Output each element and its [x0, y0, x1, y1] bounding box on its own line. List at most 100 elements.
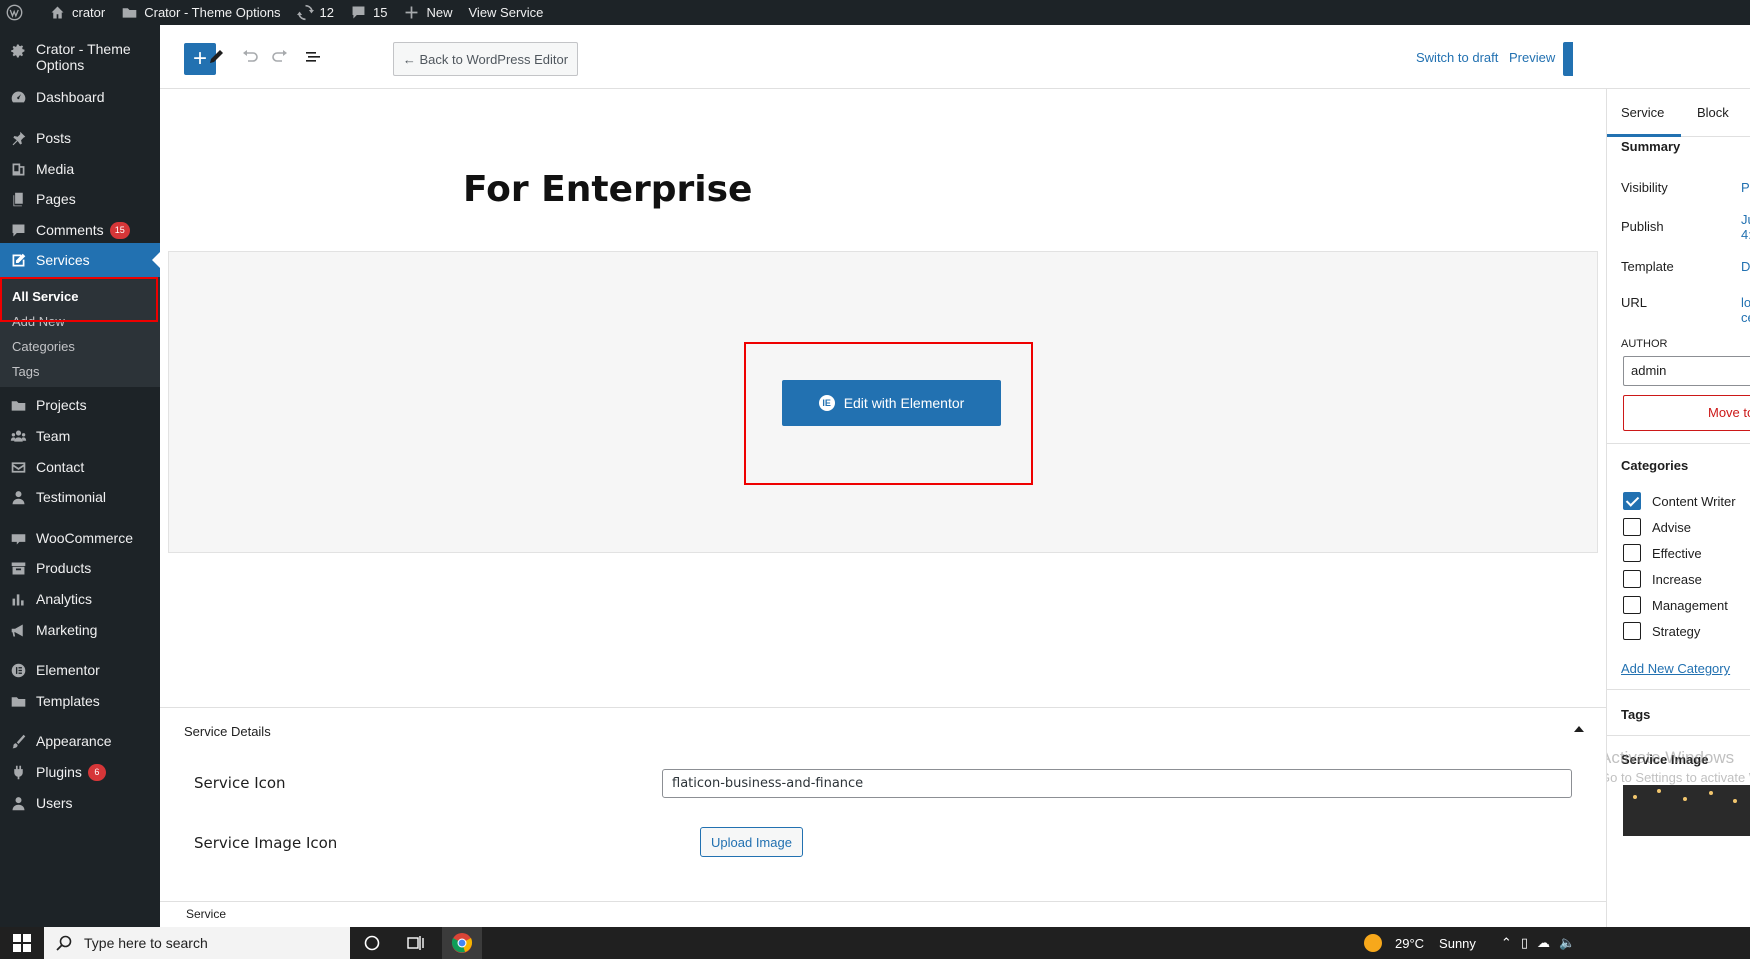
updates-link[interactable]: 12	[289, 0, 342, 25]
admin-bar: crator Crator - Theme Options 12 15 New …	[0, 0, 1750, 25]
category-checkbox-strategy[interactable]	[1623, 622, 1641, 640]
category-checkbox-advise[interactable]	[1623, 518, 1641, 536]
site-name: crator	[72, 5, 106, 20]
comments-link[interactable]: 15	[342, 0, 395, 25]
user-icon	[9, 794, 27, 812]
sidebar-item-posts[interactable]: Posts	[0, 121, 160, 155]
sidebar-item-woocommerce[interactable]: WooCommerce	[0, 521, 160, 555]
sidebar-item-elementor[interactable]: Elementor	[0, 653, 160, 687]
cloud-icon[interactable]: ☁	[1537, 935, 1550, 951]
sidebar-item-plugins[interactable]: Plugins 6	[0, 755, 160, 789]
chevron-up-icon[interactable]: ⌃	[1501, 935, 1512, 951]
highlight-box-all-service	[0, 277, 158, 322]
url-value[interactable]: loce	[1741, 295, 1750, 325]
editor-toolbar: + ← Back to WordPress Editor Switch to d…	[160, 25, 1750, 89]
wordpress-logo-icon[interactable]	[0, 0, 31, 25]
tab-block[interactable]: Block	[1697, 105, 1729, 120]
woo-icon	[9, 529, 27, 547]
submenu-tags[interactable]: Tags	[12, 364, 39, 379]
url-label: URL	[1621, 295, 1648, 310]
windows-start-button[interactable]	[0, 927, 44, 959]
collapse-arrow-icon[interactable]	[1574, 726, 1584, 732]
new-content-link[interactable]: New	[395, 0, 460, 25]
weather-sun-icon[interactable]	[1364, 934, 1382, 952]
settings-sidebar: Service Block Summary Visibility Pu Publ…	[1606, 89, 1750, 927]
category-label: Effective	[1652, 546, 1702, 561]
submenu-categories[interactable]: Categories	[12, 339, 75, 354]
elementor-icon	[9, 661, 27, 679]
sidebar-item-testimonial[interactable]: Testimonial	[0, 480, 160, 514]
sidebar-item-appearance[interactable]: Appearance	[0, 724, 160, 758]
highlight-box-elementor	[744, 342, 1033, 485]
brush-icon	[9, 732, 27, 750]
archive-icon	[9, 559, 27, 577]
sidebar-item-comments[interactable]: Comments 15	[0, 213, 160, 247]
template-value[interactable]: D	[1741, 259, 1750, 274]
sidebar-item-pages[interactable]: Pages	[0, 182, 160, 216]
block-breadcrumb-bar: Service	[160, 901, 1606, 927]
category-label: Advise	[1652, 520, 1692, 535]
network-icon[interactable]: ▯	[1521, 935, 1528, 951]
comments-count-badge: 15	[109, 221, 130, 239]
metabox-title[interactable]: Service Details	[184, 724, 271, 739]
plugin-icon	[9, 763, 27, 781]
sidebar-item-contact[interactable]: Contact	[0, 450, 160, 484]
publish-value[interactable]: Ju4:	[1741, 212, 1750, 242]
category-label: Increase	[1652, 572, 1702, 587]
sidebar-item-theme-options[interactable]: Crator - Theme Options	[0, 41, 160, 83]
category-checkbox-content-writer[interactable]	[1623, 492, 1641, 510]
add-new-category-link[interactable]: Add New Category	[1621, 661, 1730, 676]
task-view-icon[interactable]	[396, 927, 436, 959]
update-button[interactable]	[1563, 42, 1573, 76]
visibility-value[interactable]: Pu	[1741, 180, 1750, 195]
service-icon-input[interactable]	[662, 769, 1572, 798]
sidebar-item-marketing[interactable]: Marketing	[0, 613, 160, 647]
sidebar-item-products[interactable]: Products	[0, 551, 160, 585]
redo-icon[interactable]	[269, 45, 293, 69]
taskbar-search-box[interactable]: Type here to search	[44, 927, 350, 959]
category-checkbox-increase[interactable]	[1623, 570, 1641, 588]
move-to-trash-button[interactable]: Move to	[1623, 395, 1750, 431]
service-image-thumbnail[interactable]	[1623, 785, 1750, 836]
site-name-link[interactable]: crator	[41, 0, 113, 25]
sidebar-item-projects[interactable]: Projects	[0, 388, 160, 422]
post-title[interactable]: For Enterprise	[463, 169, 752, 210]
edit-icon	[9, 251, 27, 269]
sidebar-item-services[interactable]: Services	[0, 243, 160, 277]
preview-button[interactable]: Preview	[1509, 50, 1555, 65]
chrome-taskbar-icon[interactable]	[442, 927, 482, 959]
undo-icon[interactable]	[237, 45, 261, 69]
back-to-wordpress-editor-button[interactable]: ← Back to WordPress Editor	[393, 42, 578, 76]
summary-title[interactable]: Summary	[1621, 139, 1680, 154]
category-checkbox-management[interactable]	[1623, 596, 1641, 614]
template-label: Template	[1621, 259, 1674, 274]
upload-image-button[interactable]: Upload Image	[700, 827, 803, 857]
divider	[1607, 689, 1750, 690]
theme-options-link[interactable]: Crator - Theme Options	[113, 0, 288, 25]
windows-taskbar: Type here to search 29°C Sunny ⌃ ▯ ☁ 🔈	[0, 927, 1750, 959]
tags-title[interactable]: Tags	[1621, 707, 1650, 722]
volume-icon[interactable]: 🔈	[1559, 935, 1575, 951]
sidebar-item-users[interactable]: Users	[0, 786, 160, 820]
publish-label: Publish	[1621, 219, 1664, 234]
cortana-icon[interactable]	[352, 927, 392, 959]
service-details-metabox: Service Details Service Icon Service Ima…	[160, 707, 1606, 901]
breadcrumb-service[interactable]: Service	[186, 907, 226, 921]
categories-title[interactable]: Categories	[1621, 458, 1688, 473]
category-checkbox-effective[interactable]	[1623, 544, 1641, 562]
sidebar-item-templates[interactable]: Templates	[0, 684, 160, 718]
sidebar-item-analytics[interactable]: Analytics	[0, 582, 160, 616]
category-label: Strategy	[1652, 624, 1701, 639]
sidebar-item-dashboard[interactable]: Dashboard	[0, 80, 160, 114]
tab-service[interactable]: Service	[1621, 105, 1664, 120]
sidebar-item-team[interactable]: Team	[0, 419, 160, 453]
refresh-icon	[296, 4, 314, 21]
active-menu-arrow	[152, 252, 160, 268]
sidebar-item-media[interactable]: Media	[0, 152, 160, 186]
view-service-link[interactable]: View Service	[461, 0, 552, 25]
list-view-icon[interactable]	[301, 45, 325, 69]
author-select[interactable]: admin	[1623, 356, 1750, 386]
activate-windows-subtext: Go to Settings to activate Windows.	[1607, 770, 1750, 785]
edit-tool-icon[interactable]	[204, 45, 228, 69]
switch-to-draft-button[interactable]: Switch to draft	[1416, 50, 1498, 65]
